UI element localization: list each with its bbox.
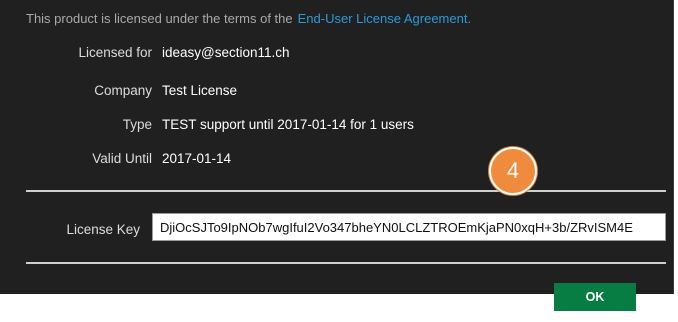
ok-button[interactable]: OK: [554, 283, 636, 311]
license-key-label: License Key: [66, 222, 140, 237]
eula-link[interactable]: End-User License Agreement.: [298, 11, 471, 26]
license-notice-text: This product is licensed under the terms…: [26, 11, 293, 26]
type-label: Type: [122, 117, 152, 132]
valid-until-value: 2017-01-14: [162, 151, 232, 166]
license-notice: This product is licensed under the terms…: [26, 11, 471, 26]
license-dialog: This product is licensed under the terms…: [0, 0, 674, 294]
bottom-divider: [26, 262, 666, 264]
company-value: Test License: [162, 83, 238, 98]
top-divider: [26, 190, 666, 192]
licensed-for-value: ideasy@section11.ch: [162, 45, 290, 60]
licensed-for-label: Licensed for: [78, 45, 152, 60]
valid-until-label: Valid Until: [92, 151, 152, 166]
step-number-badge: 4: [489, 147, 537, 195]
company-label: Company: [94, 83, 152, 98]
license-key-field[interactable]: [152, 213, 666, 241]
type-value: TEST support until 2017-01-14 for 1 user…: [162, 117, 414, 132]
